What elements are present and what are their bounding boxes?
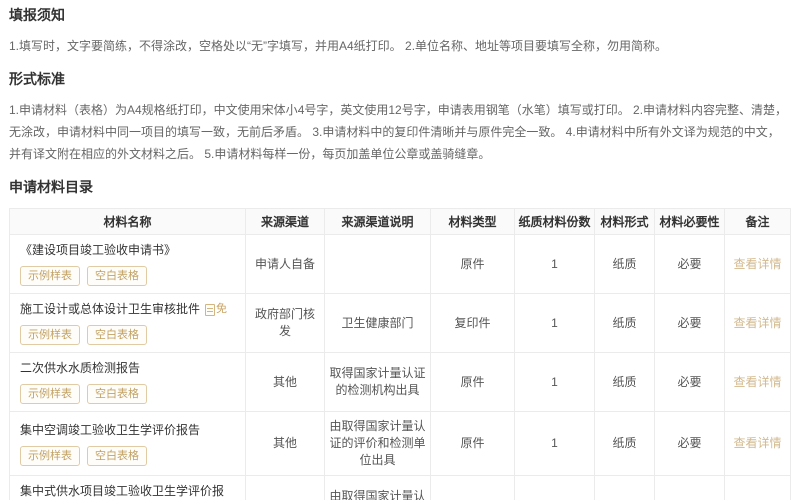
material-name: 《建设项目竣工验收申请书》 [20,243,177,257]
material-form-cell: 纸质 [594,292,655,354]
material-type-cell: 复印件 [430,292,515,354]
view-detail-link[interactable]: 查看详情 [733,257,781,271]
source-desc-cell: 卫生健康部门 [324,292,431,354]
material-name: 施工设计或总体设计卫生审核批件免 [20,301,235,318]
column-header: 材料类型 [430,208,515,235]
source-desc-cell: 取得国家计量认证的检测机构出具 [324,352,431,413]
source-channel-cell: 政府部门核发 [245,292,325,354]
table-row: 集中空调竣工验收卫生学评价报告 示例样表 空白表格 其他 由取得国家计量认证的评… [9,411,791,477]
necessity-cell: 必要 [654,292,725,354]
source-channel-cell: 其他 [245,411,325,477]
paper-copies-cell: 1 [514,234,595,294]
source-channel-cell: 申请人自备 [245,234,325,294]
paper-copies-cell: 1 [514,292,595,354]
table-row: 集中式供水项目竣工验收卫生学评价报告 示例样表 空白表格 其他 由取得国家计量认… [9,475,791,500]
column-header: 纸质材料份数 [514,208,595,235]
material-type-cell: 原件 [430,475,515,500]
notice-title: 填报须知 [9,7,65,23]
view-detail-link[interactable]: 查看详情 [733,316,781,330]
materials-table: 材料名称 来源渠道 来源渠道说明 材料类型 纸质材料份数 材料形式 材料必要性 备注 《建设项… [9,208,791,500]
exempt-icon: 免 [205,301,227,318]
materials-directory-title: 申请材料目录 [9,179,93,195]
material-type-cell: 原件 [430,411,515,477]
column-header: 材料名称 [9,208,246,235]
necessity-cell: 必要 [654,234,725,294]
material-name: 集中空调竣工验收卫生学评价报告 [20,422,201,437]
necessity-cell: 必要 [654,411,725,477]
view-detail-link[interactable]: 查看详情 [733,375,781,389]
column-header: 来源渠道说明 [324,208,431,235]
table-row: 二次供水水质检测报告 示例样表 空白表格 其他 取得国家计量认证的检测机构出具 … [9,352,791,413]
paper-copies-cell: 1 [514,411,595,477]
material-form-cell: 纸质 [594,411,655,477]
column-header: 材料必要性 [654,208,725,235]
paper-copies-cell: 1 [514,475,595,500]
blank-form-button[interactable]: 空白表格 [87,445,147,466]
necessity-cell: 必要 [654,475,725,500]
paper-copies-cell: 1 [514,352,595,413]
source-channel-cell: 其他 [245,475,325,500]
column-header: 来源渠道 [245,208,325,235]
sample-form-button[interactable]: 示例样表 [20,325,80,346]
material-name: 二次供水水质检测报告 [20,361,141,376]
blank-form-button[interactable]: 空白表格 [87,266,147,286]
source-desc-cell [324,234,431,294]
material-form-cell: 纸质 [594,352,655,413]
column-header: 备注 [724,208,791,235]
blank-form-button[interactable]: 空白表格 [87,325,147,346]
material-type-cell: 原件 [430,352,515,413]
format-standard-paragraph: 1.申请材料（表格）为A4规格纸打印，中文使用宋体小4号字，英文使用12号字，申… [9,103,788,161]
material-type-cell: 原件 [430,234,515,294]
format-standard-title: 形式标准 [9,71,65,87]
material-form-cell: 纸质 [594,234,655,294]
view-detail-link[interactable]: 查看详情 [733,436,781,450]
sample-form-button[interactable]: 示例样表 [20,266,80,286]
document-icon [205,303,216,316]
source-channel-cell: 其他 [245,352,325,413]
table-row: 施工设计或总体设计卫生审核批件免 示例样表 空白表格 政府部门核发 卫生健康部门… [9,292,791,354]
source-desc-cell: 由取得国家计量认证的评价和检测单位出具 [324,411,431,477]
materials-table-header: 材料名称 来源渠道 来源渠道说明 材料类型 纸质材料份数 材料形式 材料必要性 备注 [9,208,791,235]
sample-form-button[interactable]: 示例样表 [20,384,80,405]
material-form-cell: 纸质 [594,475,655,500]
source-desc-cell: 由取得国家计量认证的评价和检测单位出具 [324,475,431,500]
blank-form-button[interactable]: 空白表格 [87,384,147,405]
material-name: 集中式供水项目竣工验收卫生学评价报告 [20,484,225,499]
necessity-cell: 必要 [654,352,725,413]
table-row: 《建设项目竣工验收申请书》 示例样表 空白表格 申请人自备 原件 1 纸质 必要… [9,234,791,294]
notice-paragraph: 1.填写时，文字要简练，不得涂改，空格处以“无”字填写，并用A4纸打印。 2.单… [9,39,668,53]
column-header: 材料形式 [594,208,655,235]
sample-form-button[interactable]: 示例样表 [20,445,80,466]
materials-table-body: 《建设项目竣工验收申请书》 示例样表 空白表格 申请人自备 原件 1 纸质 必要… [9,234,791,500]
